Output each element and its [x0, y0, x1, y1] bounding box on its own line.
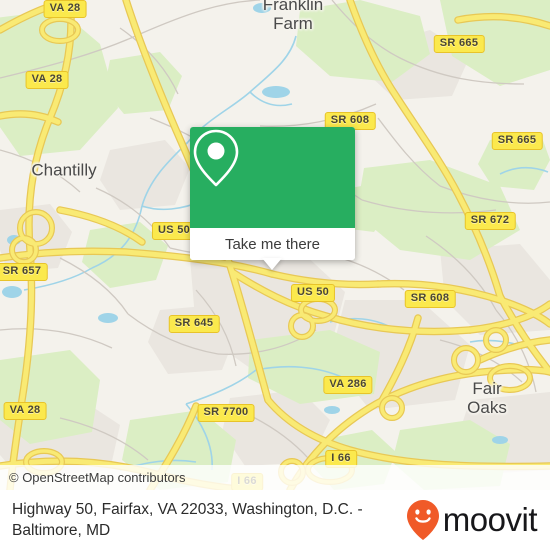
road-shield: VA 286	[323, 376, 373, 394]
place-label: Chantilly	[31, 161, 96, 180]
road-shield: SR 608	[404, 290, 456, 308]
road-shield: SR 665	[491, 132, 543, 150]
map-screenshot: Franklin Farm Chantilly Fair Oaks VA 28 SR 66…	[0, 0, 550, 550]
road-shield: VA 28	[25, 71, 69, 89]
destination-popup-card[interactable]: Take me there	[190, 127, 355, 260]
place-label-line: Oaks	[467, 398, 507, 417]
moovit-pin-smiley-icon	[406, 500, 439, 540]
road-shield: SR 665	[433, 35, 485, 53]
road-shield: VA 28	[3, 402, 47, 420]
moovit-wordmark: moovit	[442, 500, 538, 538]
map-canvas[interactable]: Franklin Farm Chantilly Fair Oaks VA 28 SR 66…	[0, 0, 550, 490]
footer-bar: Highway 50, Fairfax, VA 22033, Washingto…	[0, 490, 550, 550]
place-label-line: Chantilly	[31, 160, 97, 180]
place-label-line: Franklin	[262, 0, 324, 14]
popup-pointer-tail	[262, 258, 282, 270]
map-pin-icon	[193, 129, 239, 187]
road-shield: SR 657	[0, 263, 48, 281]
road-shield: SR 672	[464, 212, 516, 230]
take-me-there-label: Take me there	[224, 235, 321, 253]
place-label: Franklin Farm	[263, 0, 323, 33]
place-label-line: Fair	[472, 379, 502, 398]
location-title: Highway 50, Fairfax, VA 22033, Washingto…	[12, 501, 363, 539]
moovit-logo[interactable]: moovit	[406, 499, 550, 541]
place-label: Fair Oaks	[467, 379, 507, 417]
popup-action-row[interactable]: Take me there	[190, 228, 355, 260]
osm-attribution-text[interactable]: © OpenStreetMap contributors	[0, 470, 186, 485]
road-shield: SR 7700	[197, 404, 255, 422]
osm-attribution-bar: © OpenStreetMap contributors	[0, 465, 550, 490]
place-label-line: Farm	[273, 14, 313, 33]
popup-header	[190, 127, 355, 228]
road-shield: SR 645	[168, 315, 220, 333]
road-shield: US 50	[290, 284, 336, 302]
road-shield: VA 28	[43, 0, 87, 18]
